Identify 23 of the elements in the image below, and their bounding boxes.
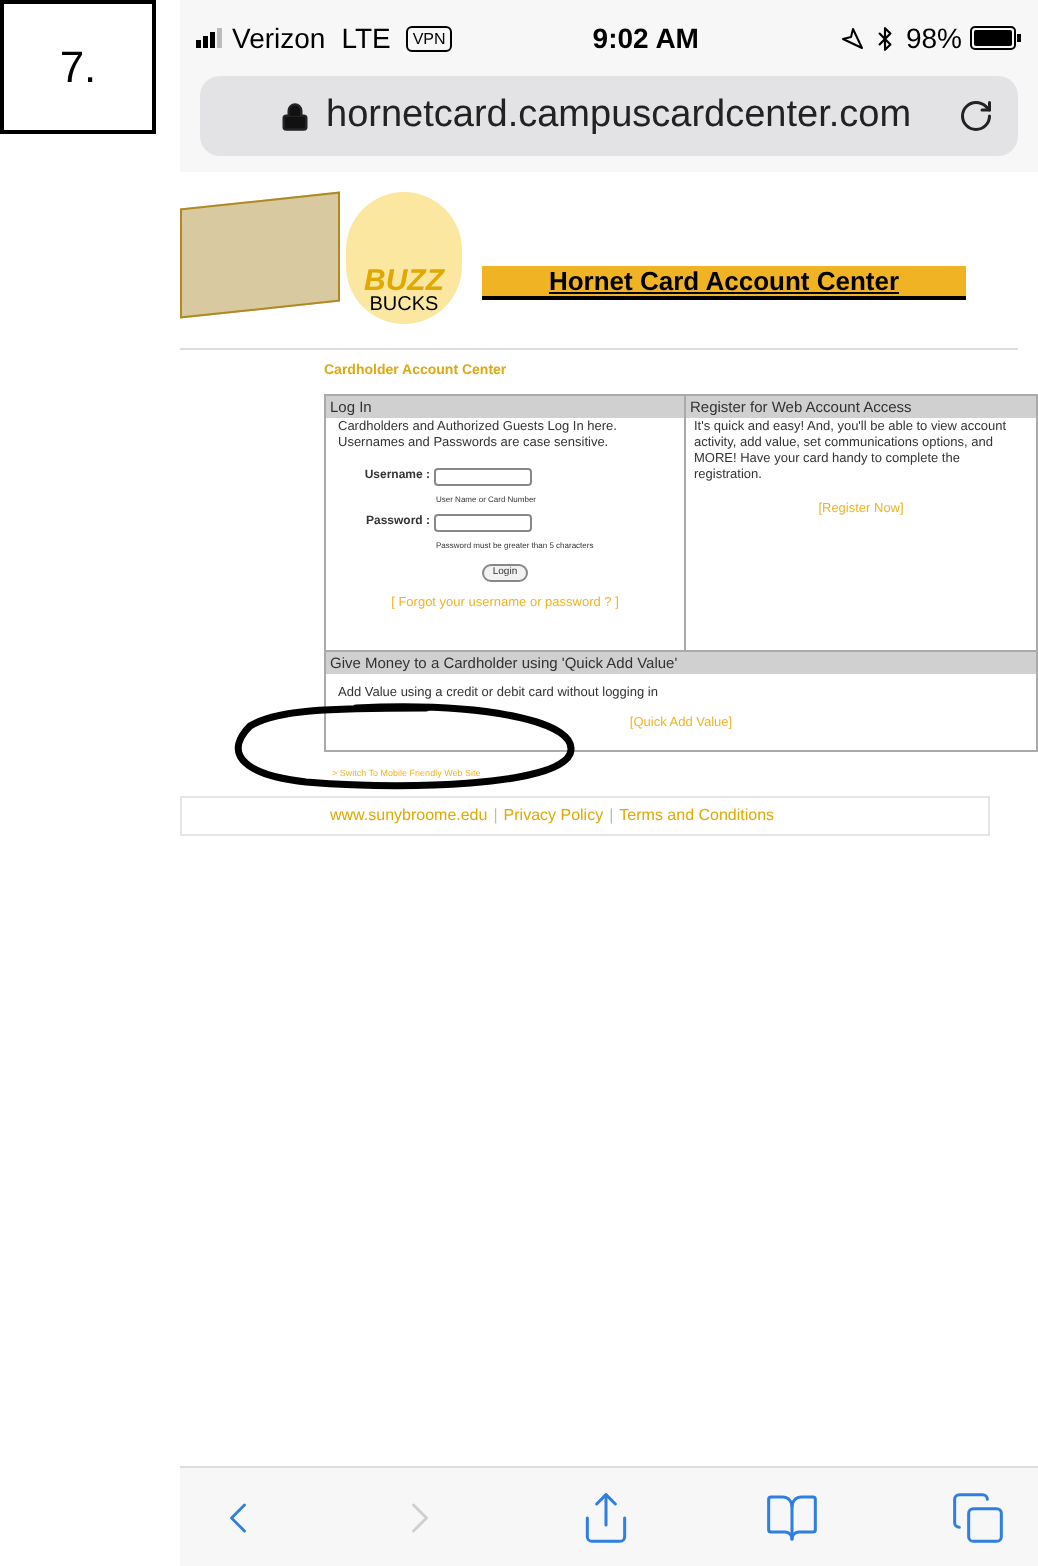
separator: | bbox=[493, 804, 498, 829]
battery-percent: 98% bbox=[905, 19, 962, 57]
signal-icon bbox=[196, 28, 224, 48]
battery-icon bbox=[970, 26, 1022, 50]
text-input[interactable] bbox=[434, 513, 532, 532]
text-input[interactable] bbox=[434, 467, 532, 486]
title-banner: Hornet Card Account Center bbox=[482, 266, 966, 300]
clock: 9:02 AM bbox=[592, 19, 699, 57]
tabs-icon[interactable] bbox=[950, 1489, 1006, 1545]
footer-link[interactable]: Privacy Policy bbox=[503, 804, 604, 829]
book-icon[interactable] bbox=[763, 1489, 820, 1545]
lock-icon bbox=[280, 101, 310, 131]
vpn-badge: VPN bbox=[406, 25, 452, 51]
network-type: LTE bbox=[341, 19, 391, 57]
carrier: Verizon bbox=[232, 19, 326, 57]
footer-link[interactable]: Terms and Conditions bbox=[619, 804, 775, 829]
step-label: 7. bbox=[0, 0, 156, 134]
bee-logo: BUZZ BUCKS bbox=[346, 192, 462, 324]
location-icon bbox=[839, 26, 864, 50]
footer-link[interactable]: www.sunybroome.edu bbox=[330, 804, 488, 829]
reload-icon[interactable] bbox=[958, 98, 994, 134]
address-bar[interactable]: hornetcard.campuscardcenter.com bbox=[200, 76, 1018, 156]
separator: | bbox=[609, 804, 614, 829]
